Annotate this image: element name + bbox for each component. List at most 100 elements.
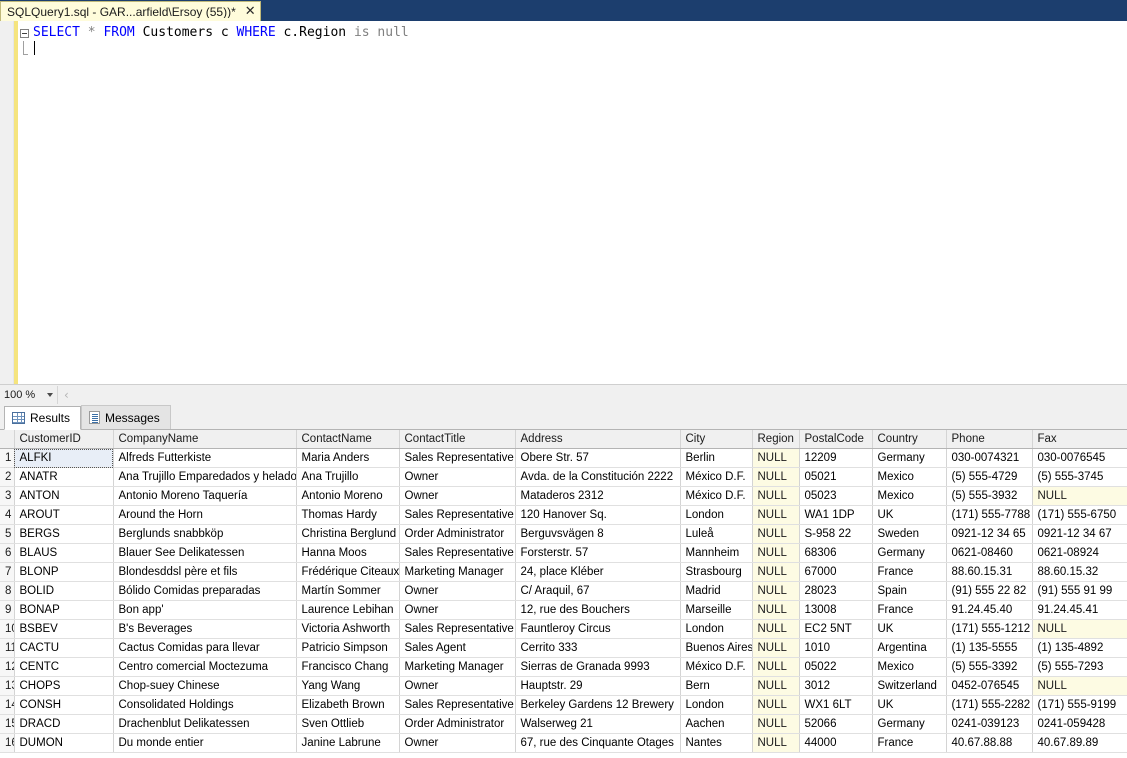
cell-phone[interactable]: 88.60.15.31 bbox=[946, 562, 1033, 582]
cell-customerid[interactable]: BSBEV bbox=[14, 619, 114, 639]
cell-region[interactable]: NULL bbox=[752, 581, 800, 601]
column-header-phone[interactable]: Phone bbox=[946, 430, 1033, 449]
document-tab-sqlquery1[interactable]: SQLQuery1.sql - GAR...arfield\Ersoy (55)… bbox=[0, 1, 261, 21]
cell-region[interactable]: NULL bbox=[752, 467, 800, 487]
cell-contacttitle[interactable]: Sales Representative bbox=[399, 619, 516, 639]
cell-city[interactable]: Madrid bbox=[680, 581, 753, 601]
column-header-city[interactable]: City bbox=[680, 430, 753, 449]
cell-contactname[interactable]: Sven Ottlieb bbox=[296, 714, 400, 734]
cell-companyname[interactable]: Berglunds snabbköp bbox=[113, 524, 297, 544]
cell-phone[interactable]: (1) 135-5555 bbox=[946, 638, 1033, 658]
table-row[interactable]: 7 BLONP Blondesddsl père et fils Frédérique… bbox=[0, 562, 1127, 582]
cell-customerid[interactable]: CHOPS bbox=[14, 676, 114, 696]
cell-postalcode[interactable]: WX1 6LT bbox=[799, 695, 873, 715]
cell-region[interactable]: NULL bbox=[752, 562, 800, 582]
cell-region[interactable]: NULL bbox=[752, 524, 800, 544]
cell-contactname[interactable]: Antonio Moreno bbox=[296, 486, 400, 506]
row-number[interactable]: 2 bbox=[0, 467, 15, 487]
cell-contactname[interactable]: Frédérique Citeaux bbox=[296, 562, 400, 582]
cell-region[interactable]: NULL bbox=[752, 638, 800, 658]
cell-city[interactable]: Aachen bbox=[680, 714, 753, 734]
cell-country[interactable]: Mexico bbox=[872, 657, 947, 677]
cell-companyname[interactable]: Around the Horn bbox=[113, 505, 297, 525]
cell-city[interactable]: Bern bbox=[680, 676, 753, 696]
cell-contacttitle[interactable]: Owner bbox=[399, 600, 516, 620]
row-number[interactable]: 12 bbox=[0, 657, 15, 677]
cell-address[interactable]: Hauptstr. 29 bbox=[515, 676, 681, 696]
cell-companyname[interactable]: Ana Trujillo Emparedados y helados bbox=[113, 467, 297, 487]
cell-fax[interactable]: (91) 555 91 99 bbox=[1032, 581, 1127, 601]
cell-customerid[interactable]: BERGS bbox=[14, 524, 114, 544]
cell-city[interactable]: México D.F. bbox=[680, 467, 753, 487]
results-grid-container[interactable]: CustomerID CompanyName ContactName ContactT… bbox=[0, 430, 1127, 758]
cell-contactname[interactable]: Ana Trujillo bbox=[296, 467, 400, 487]
editor-code-area[interactable]: SELECT * FROM Customers c WHERE c.Region… bbox=[18, 21, 1127, 384]
cell-fax[interactable]: 40.67.89.89 bbox=[1032, 733, 1127, 753]
cell-city[interactable]: London bbox=[680, 695, 753, 715]
cell-customerid[interactable]: AROUT bbox=[14, 505, 114, 525]
cell-address[interactable]: Forsterstr. 57 bbox=[515, 543, 681, 563]
cell-contactname[interactable]: Laurence Lebihan bbox=[296, 600, 400, 620]
cell-companyname[interactable]: Blauer See Delikatessen bbox=[113, 543, 297, 563]
cell-phone[interactable]: (5) 555-4729 bbox=[946, 467, 1033, 487]
cell-companyname[interactable]: Bólido Comidas preparadas bbox=[113, 581, 297, 601]
table-row[interactable]: 13CHOPSChop-suey ChineseYang WangOwnerHa… bbox=[0, 676, 1127, 696]
cell-fax[interactable]: (5) 555-7293 bbox=[1032, 657, 1127, 677]
cell-address[interactable]: 24, place Kléber bbox=[515, 562, 681, 582]
cell-companyname[interactable]: B's Beverages bbox=[113, 619, 297, 639]
column-header-customerid[interactable]: CustomerID bbox=[14, 430, 114, 449]
cell-companyname[interactable]: Chop-suey Chinese bbox=[113, 676, 297, 696]
tab-results[interactable]: Results bbox=[4, 406, 82, 430]
cell-city[interactable]: México D.F. bbox=[680, 657, 753, 677]
table-row[interactable]: 2 ANATR Ana Trujillo Emparedados y helados… bbox=[0, 467, 1127, 487]
cell-country[interactable]: Argentina bbox=[872, 638, 947, 658]
cell-address[interactable]: Mataderos 2312 bbox=[515, 486, 681, 506]
cell-phone[interactable]: (171) 555-2282 bbox=[946, 695, 1033, 715]
cell-contactname[interactable]: Francisco Chang bbox=[296, 657, 400, 677]
column-header-companyname[interactable]: CompanyName bbox=[113, 430, 297, 449]
cell-postalcode[interactable]: EC2 5NT bbox=[799, 619, 873, 639]
cell-fax[interactable]: 030-0076545 bbox=[1032, 448, 1127, 468]
cell-country[interactable]: France bbox=[872, 562, 947, 582]
cell-city[interactable]: London bbox=[680, 505, 753, 525]
table-row[interactable]: 3 ANTON Antonio Moreno Taquería Antonio Mor… bbox=[0, 486, 1127, 506]
cell-fax[interactable]: NULL bbox=[1032, 619, 1127, 639]
column-header-fax[interactable]: Fax bbox=[1032, 430, 1127, 449]
cell-contacttitle[interactable]: Order Administrator bbox=[399, 524, 516, 544]
table-row[interactable]: 1 ALFKI Alfreds Futterkiste Maria Anders Sal… bbox=[0, 448, 1127, 468]
cell-fax[interactable]: (171) 555-6750 bbox=[1032, 505, 1127, 525]
cell-fax[interactable]: NULL bbox=[1032, 486, 1127, 506]
cell-companyname[interactable]: Alfreds Futterkiste bbox=[113, 448, 297, 468]
row-number[interactable]: 1 bbox=[0, 448, 15, 468]
cell-country[interactable]: UK bbox=[872, 505, 947, 525]
cell-country[interactable]: Germany bbox=[872, 543, 947, 563]
cell-city[interactable]: Marseille bbox=[680, 600, 753, 620]
cell-companyname[interactable]: Consolidated Holdings bbox=[113, 695, 297, 715]
cell-contactname[interactable]: Hanna Moos bbox=[296, 543, 400, 563]
row-number[interactable]: 10 bbox=[0, 619, 15, 639]
cell-country[interactable]: UK bbox=[872, 695, 947, 715]
cell-address[interactable]: Sierras de Granada 9993 bbox=[515, 657, 681, 677]
cell-postalcode[interactable]: 05021 bbox=[799, 467, 873, 487]
cell-postalcode[interactable]: 05022 bbox=[799, 657, 873, 677]
column-header-contacttitle[interactable]: ContactTitle bbox=[399, 430, 516, 449]
row-number[interactable]: 3 bbox=[0, 486, 15, 506]
cell-phone[interactable]: (91) 555 22 82 bbox=[946, 581, 1033, 601]
cell-address[interactable]: C/ Araquil, 67 bbox=[515, 581, 681, 601]
cell-region[interactable]: NULL bbox=[752, 676, 800, 696]
table-row[interactable]: 6 BLAUS Blauer See Delikatessen Hanna Moos S… bbox=[0, 543, 1127, 563]
cell-companyname[interactable]: Bon app' bbox=[113, 600, 297, 620]
cell-companyname[interactable]: Cactus Comidas para llevar bbox=[113, 638, 297, 658]
cell-address[interactable]: Cerrito 333 bbox=[515, 638, 681, 658]
column-header-region[interactable]: Region bbox=[752, 430, 800, 449]
cell-contactname[interactable]: Christina Berglund bbox=[296, 524, 400, 544]
table-row[interactable]: 16DUMONDu monde entierJanine LabruneOwne… bbox=[0, 733, 1127, 753]
cell-city[interactable]: Strasbourg bbox=[680, 562, 753, 582]
table-row[interactable]: 8 BOLID Bólido Comidas preparadas Martín So… bbox=[0, 581, 1127, 601]
zoom-level-dropdown[interactable]: 100 % bbox=[0, 386, 58, 404]
row-number[interactable]: 8 bbox=[0, 581, 15, 601]
row-number[interactable]: 6 bbox=[0, 543, 15, 563]
cell-city[interactable]: Luleå bbox=[680, 524, 753, 544]
navigate-back-icon[interactable]: ‹ bbox=[64, 388, 69, 402]
cell-city[interactable]: Buenos Aires bbox=[680, 638, 753, 658]
